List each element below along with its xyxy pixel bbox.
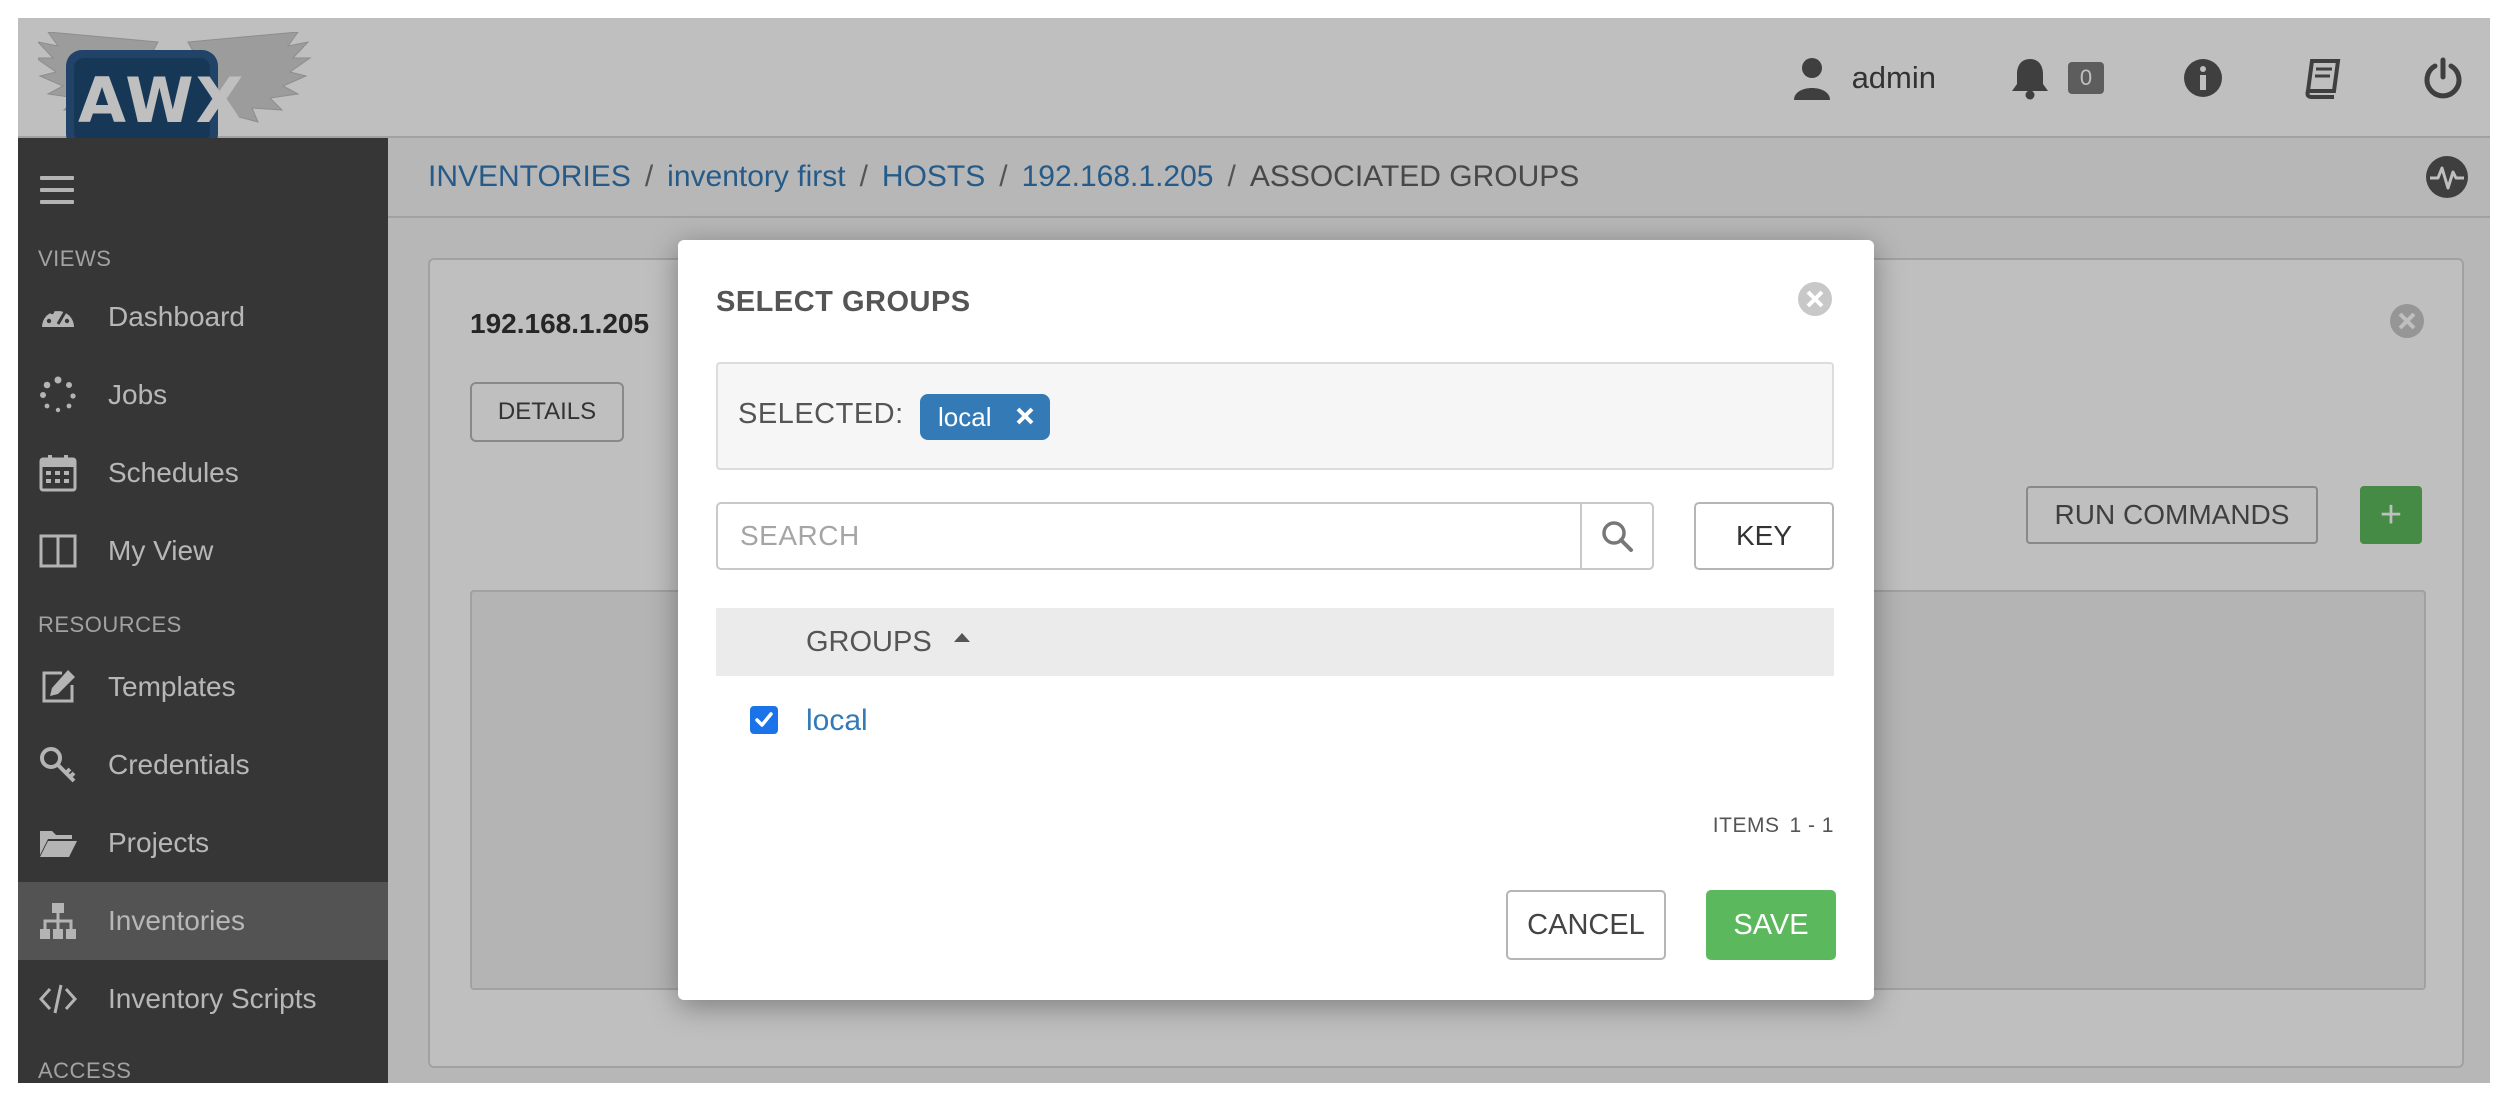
selected-chip: local [920,394,1050,440]
search-input[interactable] [718,504,1580,568]
search-icon [1602,521,1633,552]
group-link[interactable]: local [806,704,868,738]
search-button[interactable] [1580,504,1652,568]
table-row: local [716,676,1834,766]
save-button[interactable]: SAVE [1706,890,1836,960]
chip-label: local [938,401,992,432]
close-icon[interactable] [1796,280,1834,318]
select-groups-modal: SELECT GROUPS SELECTED: local KE [678,240,1874,1000]
column-header-label: GROUPS [806,625,932,658]
modal-title: SELECT GROUPS [716,286,971,318]
items-count: ITEMS 1 - 1 [1713,814,1834,838]
app-window: AWX admin 0 VIEWS Dashboard Jobs Schedul… [18,18,2490,1083]
checkmark-icon [755,712,773,727]
items-label: ITEMS [1712,814,1780,837]
table-header: GROUPS [716,608,1834,676]
selected-label: SELECTED: [738,398,904,430]
search-bar [716,502,1654,570]
selected-items-box: SELECTED: local [716,362,1834,470]
cancel-button[interactable]: CANCEL [1506,890,1666,960]
sort-ascending-icon [953,633,970,642]
row-checkbox[interactable] [750,706,778,734]
key-button[interactable]: KEY [1694,502,1834,570]
items-range: 1 - 1 [1789,814,1834,837]
groups-column-header[interactable]: GROUPS [806,626,972,659]
remove-chip-icon[interactable] [1014,405,1036,427]
